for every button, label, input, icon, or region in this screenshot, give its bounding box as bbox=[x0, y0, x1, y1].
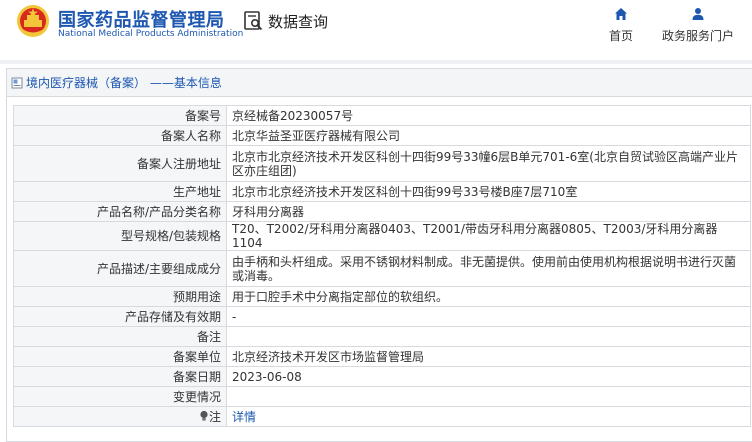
data-search-link[interactable]: 数据查询 bbox=[244, 10, 328, 32]
field-label: 产品描述/主要组成成分 bbox=[13, 250, 227, 287]
field-value: 北京市北京经济技术开发区科创十四街99号33幢6层B单元701-6室(北京自贸试… bbox=[226, 145, 751, 182]
search-icon bbox=[244, 11, 263, 31]
nav-service-label: 政务服务门户 bbox=[661, 29, 734, 43]
emblem-logo-icon bbox=[17, 5, 49, 37]
note-label: 注 bbox=[208, 409, 221, 424]
field-label: 备案日期 bbox=[13, 366, 227, 387]
record-table: 备案号 京经械备20230057号 备案人名称 北京华益圣亚医疗器械有限公司 备… bbox=[13, 105, 751, 427]
info-panel: 境内医疗器械（备案） ——基本信息 备案号 京经械备20230057号 备案人名… bbox=[6, 68, 752, 442]
field-value: 北京市北京经济技术开发区科创十四街99号33号楼B座7层710室 bbox=[226, 181, 751, 202]
table-row: 注 详情 bbox=[13, 406, 751, 427]
table-row: 生产地址 北京市北京经济技术开发区科创十四街99号33号楼B座7层710室 bbox=[13, 181, 751, 202]
field-value: 牙科用分离器 bbox=[226, 201, 751, 222]
field-label: 备注 bbox=[13, 326, 227, 347]
field-label: 预期用途 bbox=[13, 286, 227, 307]
field-value: 2023-06-08 bbox=[226, 366, 751, 387]
field-value: 北京经济技术开发区市场监督管理局 bbox=[226, 346, 751, 367]
nav-home-label: 首页 bbox=[608, 29, 633, 43]
field-value: 用于口腔手术中分离指定部位的软组织。 bbox=[226, 286, 751, 307]
field-label: 生产地址 bbox=[13, 181, 227, 202]
field-label: 备案人注册地址 bbox=[13, 145, 227, 182]
field-value bbox=[226, 326, 751, 347]
field-value: T20、T2002/牙科用分离器0403、T2001/带齿牙科用分离器0805、… bbox=[226, 221, 751, 251]
note-label-cell: 注 bbox=[13, 406, 227, 427]
table-row: 型号规格/包装规格 T20、T2002/牙科用分离器0403、T2001/带齿牙… bbox=[13, 221, 751, 251]
field-label: 备案号 bbox=[13, 105, 227, 126]
table-row: 产品存储及有效期 - bbox=[13, 306, 751, 327]
field-value: 由手柄和头杆组成。采用不锈钢材料制成。非无菌提供。使用前由使用机构根据说明书进行… bbox=[226, 250, 751, 287]
field-value bbox=[226, 386, 751, 407]
table-row: 备案日期 2023-06-08 bbox=[13, 366, 751, 387]
table-row: 备案号 京经械备20230057号 bbox=[13, 105, 751, 126]
table-row: 产品名称/产品分类名称 牙科用分离器 bbox=[13, 201, 751, 222]
table-row: 预期用途 用于口腔手术中分离指定部位的软组织。 bbox=[13, 286, 751, 307]
user-icon bbox=[692, 8, 704, 20]
field-label: 型号规格/包装规格 bbox=[13, 221, 227, 251]
site-header: 国家药品监督管理局 National Medical Products Admi… bbox=[0, 0, 752, 52]
note-value-cell: 详情 bbox=[226, 406, 751, 427]
nav-home[interactable]: 首页 bbox=[606, 6, 636, 44]
field-label: 备案单位 bbox=[13, 346, 227, 367]
table-row: 备案单位 北京经济技术开发区市场监督管理局 bbox=[13, 346, 751, 367]
table-row: 备案人名称 北京华益圣亚医疗器械有限公司 bbox=[13, 125, 751, 146]
header-divider bbox=[0, 60, 752, 64]
field-value: - bbox=[226, 306, 751, 327]
table-row: 备注 bbox=[13, 326, 751, 347]
panel-title-bar: 境内医疗器械（备案） ——基本信息 bbox=[7, 69, 752, 97]
field-value: 京经械备20230057号 bbox=[226, 105, 751, 126]
nav-service-portal[interactable]: 政务服务门户 bbox=[656, 6, 740, 44]
home-icon bbox=[615, 8, 627, 20]
details-link[interactable]: 详情 bbox=[232, 410, 256, 424]
data-search-label: 数据查询 bbox=[268, 12, 329, 31]
document-icon bbox=[11, 77, 23, 88]
table-row: 变更情况 bbox=[13, 386, 751, 407]
field-label: 备案人名称 bbox=[13, 125, 227, 146]
field-label: 产品名称/产品分类名称 bbox=[13, 201, 227, 222]
field-value: 北京华益圣亚医疗器械有限公司 bbox=[226, 125, 751, 146]
field-label: 产品存储及有效期 bbox=[13, 306, 227, 327]
brand-name-en: National Medical Products Administration bbox=[58, 29, 244, 39]
field-label: 变更情况 bbox=[13, 386, 227, 407]
lightbulb-icon bbox=[200, 410, 208, 421]
table-row: 产品描述/主要组成成分 由手柄和头杆组成。采用不锈钢材料制成。非无菌提供。使用前… bbox=[13, 250, 751, 287]
table-row: 备案人注册地址 北京市北京经济技术开发区科创十四街99号33幢6层B单元701-… bbox=[13, 145, 751, 182]
panel-title: 境内医疗器械（备案） ——基本信息 bbox=[26, 76, 222, 90]
